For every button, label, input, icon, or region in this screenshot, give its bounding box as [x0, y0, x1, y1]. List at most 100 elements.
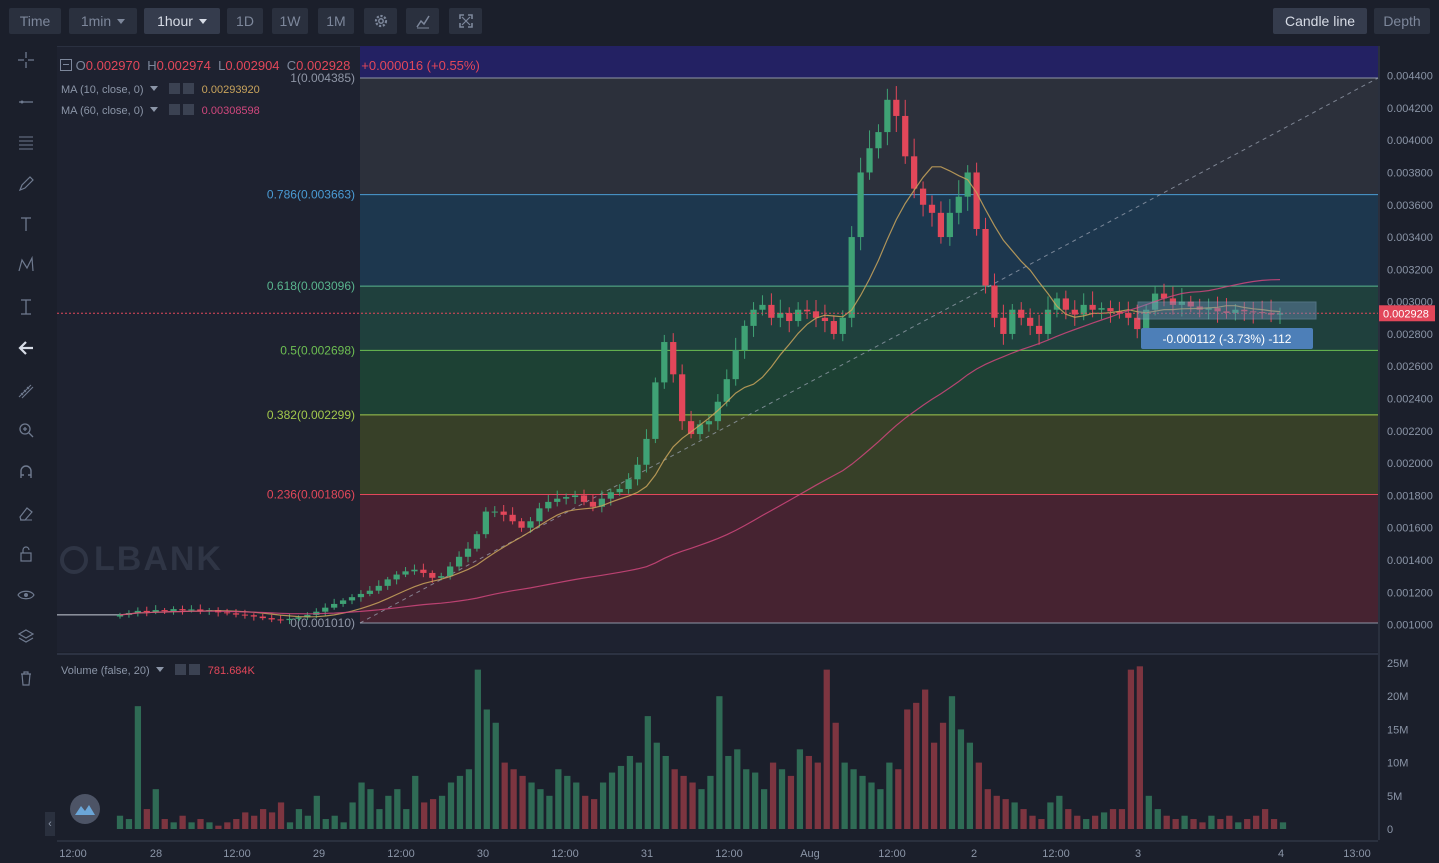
price-tick-label: 0.001000 [1387, 620, 1433, 632]
volume-tick-label: 15M [1387, 724, 1408, 736]
candle [357, 593, 365, 598]
chevron-down-icon[interactable] [155, 667, 164, 672]
watermark-logo: LBANK [60, 540, 223, 579]
volume-bar [412, 775, 419, 829]
volume-bar [1163, 815, 1170, 829]
volume-bar [295, 809, 303, 829]
price-tick-label: 0.003800 [1387, 167, 1433, 179]
price-tick-label: 0.002400 [1387, 394, 1433, 406]
time-tick-label: 12:00 [59, 848, 87, 860]
volume-bar [125, 819, 133, 829]
volume-bar [653, 742, 660, 829]
volume-bar [1226, 815, 1233, 829]
change-value: +0.000016 (+0.55%) [361, 58, 480, 73]
candle [955, 196, 962, 213]
candle [884, 99, 891, 133]
candle [973, 172, 980, 229]
candle [536, 508, 543, 522]
volume-bar [215, 825, 222, 829]
fib-label: 0.236(0.001806) [267, 487, 355, 501]
volume-bar [966, 742, 974, 829]
candle [179, 609, 186, 611]
fib-label: 0.5(0.002698) [280, 343, 355, 357]
volume-bar [1253, 815, 1260, 829]
volume-bar [429, 799, 437, 829]
candle [1035, 325, 1043, 334]
candle [170, 609, 177, 612]
measure-box [1137, 301, 1317, 320]
candle [259, 616, 266, 619]
volume-bar [1109, 809, 1117, 829]
price-tick-label: 0.004000 [1387, 135, 1433, 147]
candle [937, 212, 945, 238]
volume-bar [564, 775, 571, 829]
volume-bar [385, 795, 392, 829]
settings-icon[interactable] [174, 664, 186, 675]
candle [161, 610, 168, 612]
price-tick-label: 0.001800 [1387, 490, 1433, 502]
chevron-down-icon[interactable] [149, 107, 158, 112]
volume-bar [197, 819, 204, 829]
time-tick-label: 12:00 [878, 848, 906, 860]
candle [188, 609, 195, 611]
volume-bar [662, 755, 669, 829]
candle [241, 614, 249, 616]
volume-bar [233, 819, 240, 829]
close-icon[interactable] [188, 664, 200, 675]
volume-bar [778, 769, 786, 829]
settings-icon[interactable] [168, 104, 180, 115]
volume-bar [734, 749, 741, 829]
candle [616, 488, 623, 493]
candle [714, 401, 721, 422]
volume-bar [349, 802, 356, 829]
settings-icon[interactable] [168, 83, 180, 94]
volume-bar [376, 809, 383, 829]
chevron-down-icon[interactable] [149, 86, 158, 91]
time-tick-label: 12:00 [1042, 848, 1070, 860]
volume-bar [939, 722, 947, 829]
volume-bar [242, 812, 249, 829]
candle [393, 574, 400, 580]
volume-bar [1190, 819, 1197, 829]
volume-bar [814, 762, 821, 829]
candle [322, 607, 329, 612]
close-icon[interactable] [182, 104, 194, 115]
price-tick-label: 0.002600 [1387, 361, 1433, 373]
volume-bar [322, 819, 329, 829]
candle [1089, 304, 1096, 310]
candle [1071, 309, 1078, 315]
volume-bar [1154, 809, 1161, 829]
volume-bar [465, 769, 473, 829]
volume-bar [796, 749, 804, 829]
candle [447, 566, 454, 577]
close-value: 0.002928 [296, 58, 351, 73]
volume-bar [1270, 819, 1278, 829]
scroll-left-button[interactable]: ‹ [45, 812, 55, 836]
volume-bar [582, 795, 589, 829]
time-tick-label: 3 [1135, 848, 1141, 860]
time-tick-label: 30 [477, 848, 489, 860]
volume-bar [760, 789, 768, 829]
volume-bar [188, 822, 195, 829]
trading-view-logo[interactable] [70, 794, 100, 824]
volume-bar [608, 772, 616, 829]
volume-bar [1002, 799, 1009, 829]
candle [919, 188, 927, 205]
volume-bar [260, 809, 267, 829]
volume-bar [492, 722, 499, 829]
volume-bar [555, 769, 562, 829]
current-price-label: 0.002928 [1383, 308, 1429, 320]
volume-bar [1244, 819, 1251, 829]
collapse-icon[interactable] [60, 59, 72, 71]
candle [554, 498, 561, 502]
price-chart[interactable]: 1(0.004385) 0.786(0.003663) 0.618(0.003096… [0, 0, 1439, 863]
volume-bar [832, 722, 839, 829]
close-icon[interactable] [182, 83, 194, 94]
price-tick-label: 0.003600 [1387, 200, 1433, 212]
candle [286, 618, 293, 621]
high-value: 0.002974 [156, 58, 211, 73]
fib-top-zone [360, 46, 1378, 78]
candle [268, 618, 275, 620]
volume-bar [340, 822, 347, 829]
volume-legend: Volume (false, 20) 781.684K [61, 664, 255, 677]
